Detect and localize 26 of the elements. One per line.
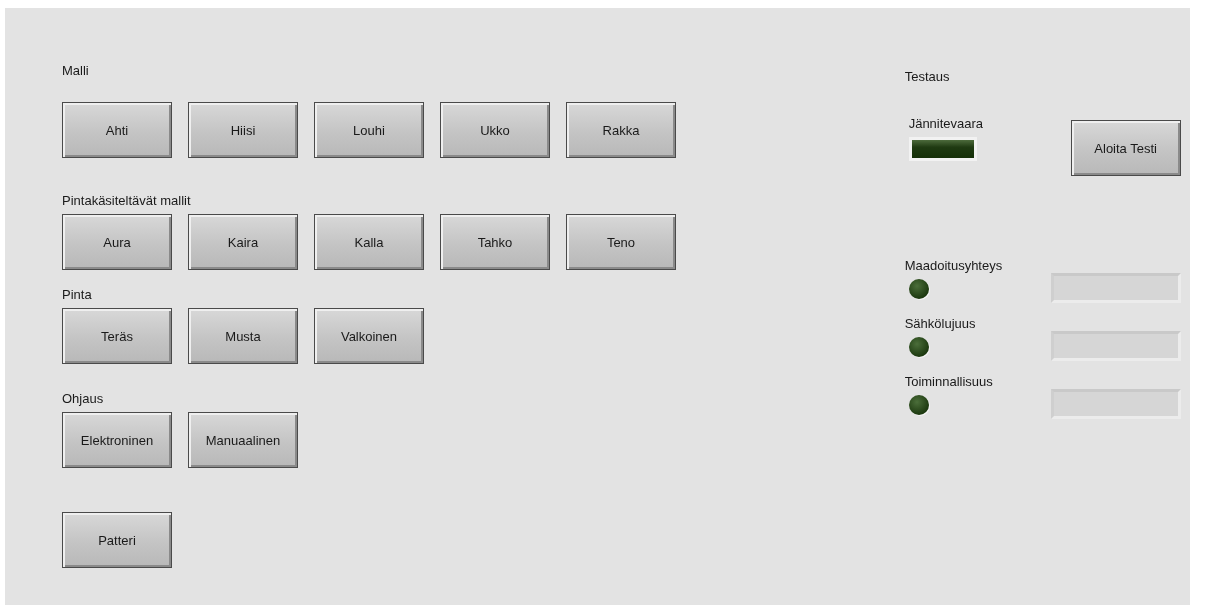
option-button[interactable]: Manuaalinen [188, 412, 298, 468]
indicator-label: Sähkölujuus [904, 316, 976, 331]
option-button[interactable]: Valkoinen [314, 308, 424, 364]
option-button[interactable]: Teno [566, 214, 676, 270]
option-button[interactable]: Teräs [62, 308, 172, 364]
option-button[interactable]: Rakka [566, 102, 676, 158]
group-label: Malli [62, 63, 90, 78]
indicator-label: Jännitevaara [908, 116, 984, 131]
option-button[interactable]: Hiisi [188, 102, 298, 158]
option-button[interactable]: Kaira [188, 214, 298, 270]
option-button[interactable]: Elektroninen [62, 412, 172, 468]
option-button[interactable]: Aura [62, 214, 172, 270]
group-label: Pinta [62, 287, 93, 302]
indicator-label: Toiminnallisuus [904, 374, 993, 389]
option-button[interactable]: Kalla [314, 214, 424, 270]
option-button[interactable]: Louhi [314, 102, 424, 158]
option-button[interactable]: Ukko [440, 102, 550, 158]
section-title: Testaus [904, 69, 951, 84]
option-button[interactable]: Musta [188, 308, 298, 364]
indicator-label: Maadoitusyhteys [904, 258, 1003, 273]
option-button[interactable]: Ahti [62, 102, 172, 158]
option-button[interactable]: Tahko [440, 214, 550, 270]
group-label: Pintakäsiteltävät mallit [62, 193, 192, 208]
start-test-button[interactable]: Aloita Testi [1070, 120, 1181, 176]
option-button[interactable]: Patteri [62, 512, 172, 568]
group-label: Ohjaus [62, 391, 105, 406]
